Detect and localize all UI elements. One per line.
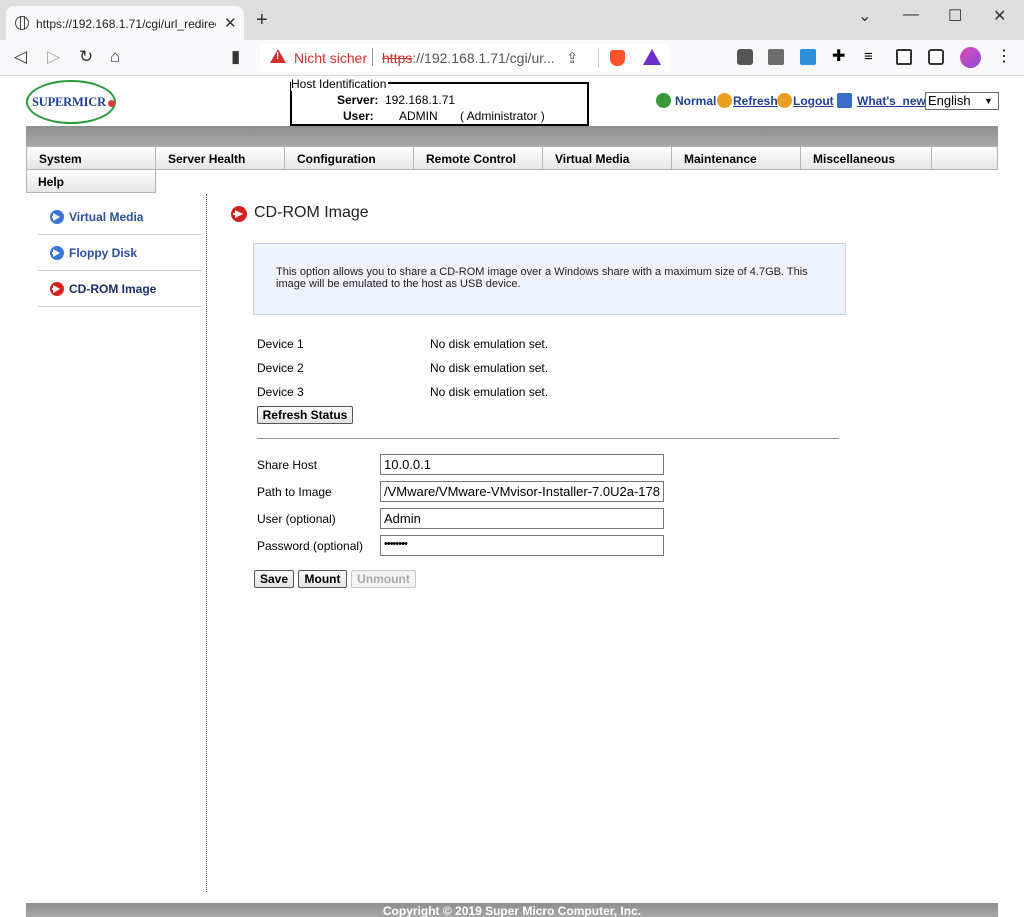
- wallet-icon[interactable]: [928, 49, 944, 65]
- arrow-right-icon: [231, 206, 247, 222]
- sidebar-item-cdrom-image[interactable]: CD-ROM Image: [38, 272, 202, 307]
- info-box: This option allows you to share a CD-ROM…: [253, 243, 846, 315]
- arrow-right-icon: [50, 210, 64, 224]
- device-label: Device 3: [257, 385, 304, 399]
- logout-link[interactable]: Logout: [793, 94, 834, 108]
- device-status: No disk emulation set.: [430, 385, 549, 399]
- share-host-input[interactable]: 10.0.0.1: [380, 454, 664, 475]
- home-icon[interactable]: ⌂: [110, 46, 120, 68]
- footer-copyright: Copyright © 2019 Super Micro Computer, I…: [26, 903, 998, 917]
- device-status: No disk emulation set.: [430, 361, 549, 375]
- menu-miscellaneous[interactable]: Miscellaneous: [801, 147, 932, 170]
- refresh-link[interactable]: Refresh: [733, 94, 778, 108]
- save-button[interactable]: Save: [254, 570, 294, 588]
- user-label: User:: [343, 109, 374, 123]
- url-text[interactable]: https://192.168.1.71/cgi/ur...: [382, 50, 555, 66]
- sidebar-item-label: CD-ROM Image: [69, 282, 157, 296]
- status-normal-icon: [656, 93, 671, 108]
- browser-toolbar: ◁ ▷ ↻ ⌂ ▮ Nicht sicher https://192.168.1…: [0, 40, 1024, 76]
- sidebar-divider: [206, 194, 207, 892]
- unmount-button[interactable]: Unmount: [351, 570, 416, 588]
- sidebar-item-label: Floppy Disk: [69, 246, 138, 260]
- warning-icon: [270, 49, 286, 63]
- web-page: SUPERMICR Host Identification Server: 19…: [0, 76, 1024, 917]
- arrow-right-icon: [50, 282, 64, 296]
- address-bar[interactable]: Nicht sicher https://192.168.1.71/cgi/ur…: [260, 44, 670, 72]
- globe-icon: [15, 16, 29, 30]
- browser-tab[interactable]: https://192.168.1.71/cgi/url_redirect.c …: [6, 6, 244, 40]
- sidebar-item-label: Virtual Media: [69, 210, 144, 224]
- chevron-down-icon: ▼: [984, 96, 993, 106]
- url-scheme: https: [382, 50, 413, 66]
- url-separator: [372, 48, 373, 66]
- extension-icon-2[interactable]: [768, 49, 784, 65]
- logo-dot: [108, 100, 115, 107]
- password-label: Password (optional): [257, 539, 364, 553]
- menu-help[interactable]: Help: [26, 170, 156, 193]
- brave-rewards-icon[interactable]: [643, 49, 661, 65]
- supermicro-logo: SUPERMICR: [26, 80, 116, 124]
- tab-title: https://192.168.1.71/cgi/url_redirect.c: [36, 17, 216, 31]
- section-divider: [257, 438, 839, 439]
- sidebar-item-floppy-disk[interactable]: Floppy Disk: [38, 236, 202, 271]
- server-label: Server:: [337, 93, 379, 107]
- mount-button[interactable]: Mount: [298, 570, 347, 588]
- share-host-label: Share Host: [257, 458, 318, 472]
- minimize-icon[interactable]: —: [903, 6, 919, 24]
- tab-list-icon[interactable]: ⌄: [858, 6, 871, 26]
- monitor-icon[interactable]: [837, 93, 852, 108]
- brave-shield-icon[interactable]: [610, 50, 625, 66]
- refresh-status-button[interactable]: Refresh Status: [257, 406, 353, 424]
- sidebar-item-virtual-media[interactable]: Virtual Media: [38, 200, 202, 235]
- menu-configuration[interactable]: Configuration: [285, 147, 414, 170]
- device-status: No disk emulation set.: [430, 337, 549, 351]
- user-field-label: User (optional): [257, 512, 336, 526]
- share-icon[interactable]: ⇪: [566, 49, 579, 67]
- browser-titlebar: https://192.168.1.71/cgi/url_redirect.c …: [0, 0, 1024, 40]
- password-input[interactable]: ••••••••: [380, 535, 664, 556]
- header-band: [26, 126, 998, 146]
- main-menu: System Server Health Configuration Remot…: [26, 146, 998, 170]
- user-value: ADMIN: [399, 109, 438, 123]
- url-rest: ://192.168.1.71/cgi/ur...: [412, 50, 555, 66]
- menu-icon[interactable]: ⋮: [996, 49, 1012, 65]
- puzzle-icon[interactable]: ✚: [832, 49, 848, 65]
- menu-system[interactable]: System: [27, 147, 156, 170]
- server-value: 192.168.1.71: [385, 93, 456, 107]
- profile-avatar[interactable]: [960, 47, 981, 68]
- bookmark-icon[interactable]: ▮: [231, 46, 240, 68]
- status-normal-label: Normal: [675, 94, 717, 108]
- close-window-icon[interactable]: ✕: [993, 6, 1006, 26]
- playlist-icon[interactable]: ≡: [864, 49, 880, 65]
- extension-icon-3[interactable]: [800, 49, 816, 65]
- page-title: CD-ROM Image: [254, 204, 369, 221]
- path-label: Path to Image: [257, 485, 332, 499]
- menu-remote-control[interactable]: Remote Control: [414, 147, 543, 170]
- logout-icon[interactable]: [777, 93, 792, 108]
- logo-text: SUPERMICR: [32, 95, 106, 109]
- back-icon[interactable]: ◁: [14, 46, 27, 68]
- forward-icon[interactable]: ▷: [47, 46, 60, 68]
- user-role: ( Administrator ): [460, 109, 545, 123]
- tab-close-icon[interactable]: ✕: [224, 14, 237, 32]
- url-divider: [598, 48, 599, 68]
- new-tab-icon[interactable]: +: [256, 10, 268, 30]
- sidebar-icon[interactable]: [896, 49, 912, 65]
- whats-new-link[interactable]: What's_new: [857, 94, 926, 108]
- security-label[interactable]: Nicht sicher: [294, 50, 367, 66]
- host-identification-box: Host Identification Server: 192.168.1.71…: [290, 77, 589, 126]
- device-label: Device 1: [257, 337, 304, 351]
- user-input[interactable]: Admin: [380, 508, 664, 529]
- menu-server-health[interactable]: Server Health: [156, 147, 285, 170]
- menu-virtual-media[interactable]: Virtual Media: [543, 147, 672, 170]
- host-identification-title: Host Identification: [291, 77, 389, 91]
- path-to-image-input[interactable]: /VMware/VMware-VMvisor-Installer-7.0U2a-…: [380, 481, 664, 502]
- arrow-right-icon: [50, 246, 64, 260]
- device-label: Device 2: [257, 361, 304, 375]
- extension-icon[interactable]: [737, 49, 753, 65]
- refresh-icon[interactable]: [717, 93, 732, 108]
- maximize-icon[interactable]: ☐: [948, 6, 962, 26]
- menu-maintenance[interactable]: Maintenance: [672, 147, 801, 170]
- reload-icon[interactable]: ↻: [79, 46, 93, 68]
